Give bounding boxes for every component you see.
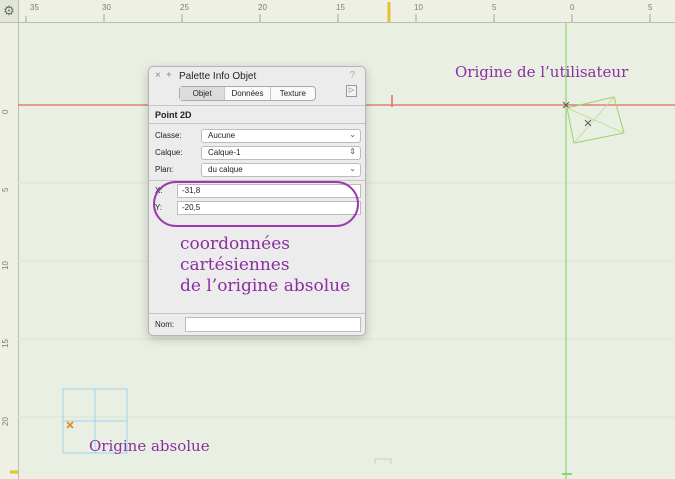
horizontal-ruler[interactable]: 35 30 25 20 15 10 5 0 5 — [0, 0, 675, 23]
classe-row: Classe: Aucune ⌄ — [155, 129, 361, 143]
coordinates-note-line: de l’origine absolue — [180, 276, 351, 296]
tab-donnees[interactable]: Données — [225, 87, 271, 100]
absolute-origin-label: Origine absolue — [89, 437, 210, 455]
tab-objet[interactable]: Objet — [180, 87, 226, 100]
plan-value: du calque — [208, 165, 243, 174]
ruler-ticks — [25, 2, 651, 22]
user-origin-label: Origine de l’utilisateur — [455, 63, 629, 81]
expand-icon[interactable]: ▷ — [346, 85, 357, 97]
chevron-down-icon: ⌄ — [349, 130, 356, 139]
help-icon[interactable]: ? — [349, 70, 355, 81]
plan-select[interactable]: du calque ⌄ — [201, 163, 361, 177]
ruler-ticks — [10, 470, 18, 474]
calque-value: Calque-1 — [208, 148, 241, 157]
calque-select[interactable]: Calque-1 ⇕ — [201, 146, 361, 160]
coordinates-note-line: coordonnées — [180, 234, 290, 254]
tab-texture[interactable]: Texture — [271, 87, 315, 100]
calque-row: Calque: Calque-1 ⇕ — [155, 146, 361, 160]
plan-row: Plan: du calque ⌄ — [155, 163, 361, 177]
classe-label: Classe: — [155, 131, 182, 140]
divider — [149, 123, 365, 124]
coordinates-note: coordonnées cartésiennes de l’origine ab… — [180, 234, 350, 297]
nom-label: Nom: — [155, 320, 175, 329]
palette-title: Palette Info Objet — [179, 71, 257, 82]
pin-icon[interactable]: + — [166, 70, 172, 81]
palette-titlebar[interactable]: × + Palette Info Objet ? — [149, 69, 365, 83]
divider — [149, 105, 365, 106]
absolute-origin-mark — [66, 421, 74, 429]
chevron-down-icon: ⌄ — [349, 164, 356, 173]
coordinates-note-line: cartésiennes — [180, 255, 290, 275]
palette-tabs: Objet Données Texture — [179, 86, 316, 101]
green-shape — [566, 96, 625, 144]
updown-chevron-icon: ⇕ — [349, 147, 356, 156]
classe-value: Aucune — [208, 131, 236, 140]
classe-select[interactable]: Aucune ⌄ — [201, 129, 361, 143]
divider — [149, 313, 365, 314]
coordinates-highlight — [153, 181, 359, 227]
gear-icon[interactable]: ⚙ — [0, 0, 19, 23]
nom-row: Nom: — [155, 317, 361, 332]
vertical-ruler[interactable]: 0 5 10 15 20 — [0, 22, 19, 479]
object-type-heading: Point 2D — [155, 110, 192, 120]
calque-label: Calque: — [155, 148, 183, 157]
nom-field[interactable] — [185, 317, 361, 332]
close-icon[interactable]: × — [155, 70, 161, 81]
plan-label: Plan: — [155, 165, 174, 174]
